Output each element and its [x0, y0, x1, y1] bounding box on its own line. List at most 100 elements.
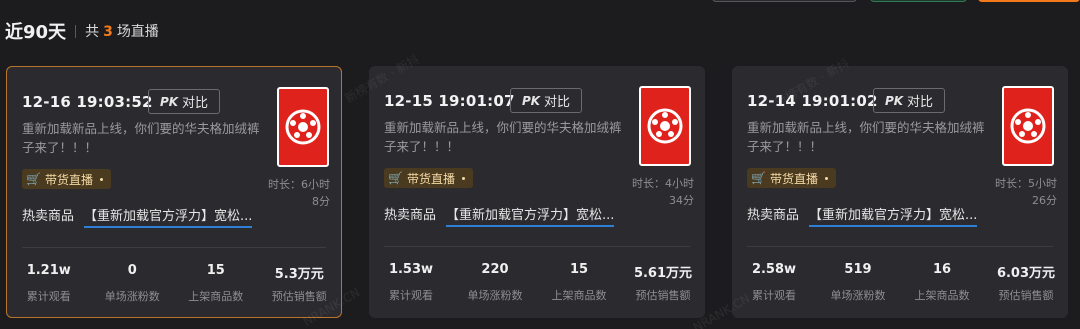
- live-stats: 1.21w 累计观看 0 单场涨粉数 15 上架商品数 5.3万元预估销售额: [7, 263, 341, 304]
- pk-icon: PK: [159, 94, 179, 109]
- live-cover-thumbnail[interactable]: [277, 87, 329, 167]
- header-divider: [75, 24, 77, 38]
- stat-value: 0: [127, 263, 137, 278]
- stat-estimated-sales: 5.3万元预估销售额: [258, 263, 342, 304]
- duration-line1: 时长：6小时: [268, 178, 330, 191]
- stat-value: 15: [206, 263, 225, 278]
- stat-estimated-sales: 6.03万元 预估销售额: [984, 262, 1068, 303]
- live-title: 重新加载新品上线，你们要的华夫格加绒裤子来了！！！: [747, 120, 985, 154]
- hot-label: 热卖商品: [22, 209, 75, 224]
- hot-label: 热卖商品: [747, 208, 800, 223]
- stat-value: 5.3万元: [274, 267, 324, 282]
- live-cover-thumbnail[interactable]: [1002, 86, 1054, 166]
- brand-logo-icon: [1010, 108, 1046, 144]
- tag-dot: [824, 176, 828, 180]
- live-start-time: 12-14 19:01:02: [747, 92, 878, 110]
- brand-logo-icon: [285, 109, 321, 145]
- stat-value: 16: [932, 262, 952, 277]
- stat-label: 上架商品数: [188, 290, 244, 303]
- toolbar-button-3[interactable]: [978, 0, 1080, 2]
- period-label: 近90天: [5, 22, 67, 43]
- live-card[interactable]: 12-15 19:01:07 PK 对比 重新加载新品上线，你们要的华夫格加绒裤…: [369, 66, 705, 318]
- pk-compare-label: 对比: [907, 95, 934, 110]
- hot-product-row: 热卖商品 【重新加载官方浮力】宽松...: [384, 204, 615, 227]
- tag-label: 带货直播: [769, 171, 818, 186]
- stat-product-count: 15 上架商品数: [174, 263, 258, 304]
- hot-product-link[interactable]: 【重新加载官方浮力】宽松...: [84, 205, 253, 228]
- pk-icon: PK: [884, 93, 904, 108]
- live-stats: 1.53w 累计观看 220 单场涨粉数 15 上架商品数 5.61万元 预估销售额: [369, 262, 705, 303]
- stat-value: 220: [481, 262, 509, 277]
- hot-label: 热卖商品: [384, 208, 437, 223]
- stat-value: 2.58w: [751, 262, 797, 277]
- stat-total-views: 1.21w 累计观看: [7, 263, 91, 304]
- cart-icon: 🛒: [751, 171, 766, 185]
- stat-product-count: 15 上架商品数: [537, 262, 621, 303]
- live-duration: 时长：4小时 34分: [614, 175, 694, 209]
- stat-label: 预估销售额: [271, 290, 327, 303]
- stat-value: 5.61万元: [633, 266, 693, 281]
- stat-label: 预估销售额: [635, 289, 691, 302]
- live-cover-thumbnail[interactable]: [639, 86, 691, 166]
- live-title: 重新加载新品上线，你们要的华夫格加绒裤子来了！！！: [384, 120, 622, 154]
- stat-label: 单场涨粉数: [104, 290, 160, 303]
- stat-label: 单场涨粉数: [830, 289, 886, 302]
- stat-new-fans: 519 单场涨粉数: [816, 262, 900, 303]
- duration-line2: 34分: [669, 194, 694, 207]
- stat-value: 519: [844, 262, 872, 277]
- tag-label: 带货直播: [406, 171, 455, 186]
- live-count: 共 3 场直播: [85, 21, 159, 41]
- live-card[interactable]: 12-14 19:01:02 PK 对比 重新加载新品上线，你们要的华夫格加绒裤…: [732, 66, 1068, 318]
- stat-value: 6.03万元: [996, 266, 1056, 281]
- stat-value: 1.53w: [388, 262, 434, 277]
- toolbar-button-1[interactable]: [712, 0, 857, 2]
- stat-value: 1.21w: [26, 263, 71, 278]
- stat-total-views: 2.58w 累计观看: [732, 262, 816, 303]
- stat-estimated-sales: 5.61万元 预估销售额: [621, 262, 705, 303]
- pk-compare-button[interactable]: PK 对比: [510, 88, 582, 113]
- card-divider: [22, 247, 326, 248]
- tag-label: 带货直播: [44, 172, 93, 187]
- count-prefix: 共: [85, 24, 100, 40]
- stat-label: 上架商品数: [551, 289, 607, 302]
- live-title: 重新加载新品上线，你们要的华夫格加绒裤子来了！！！: [22, 121, 260, 155]
- hot-product-row: 热卖商品 【重新加载官方浮力】宽松...: [747, 204, 978, 227]
- sales-live-tag: 🛒 带货直播: [747, 168, 836, 188]
- live-start-time: 12-16 19:03:52: [22, 93, 153, 111]
- card-divider: [384, 246, 690, 247]
- duration-line1: 时长：5小时: [995, 177, 1057, 190]
- stat-label: 预估销售额: [998, 289, 1054, 302]
- count-value: 3: [103, 24, 113, 40]
- card-divider: [747, 246, 1053, 247]
- tag-dot: [99, 177, 103, 181]
- cart-icon: 🛒: [388, 171, 403, 185]
- top-toolbar: [0, 0, 1080, 6]
- pk-compare-button[interactable]: PK 对比: [148, 89, 220, 114]
- hot-product-link[interactable]: 【重新加载官方浮力】宽松...: [446, 204, 615, 227]
- tag-dot: [461, 176, 465, 180]
- stat-label: 累计观看: [26, 290, 71, 303]
- live-stats: 2.58w 累计观看 519 单场涨粉数 16 上架商品数 6.03万元 预估销售额: [732, 262, 1068, 303]
- stat-product-count: 16 上架商品数: [900, 262, 984, 303]
- live-card[interactable]: 12-16 19:03:52 PK 对比 重新加载新品上线，你们要的华夫格加绒裤…: [6, 66, 342, 318]
- pk-compare-label: 对比: [544, 95, 571, 110]
- hot-product-link[interactable]: 【重新加载官方浮力】宽松...: [809, 204, 978, 227]
- live-duration: 时长：5小时 26分: [977, 175, 1057, 209]
- sales-live-tag: 🛒 带货直播: [22, 169, 111, 189]
- toolbar-button-2[interactable]: [870, 0, 967, 2]
- stat-label: 累计观看: [389, 289, 433, 302]
- stat-label: 上架商品数: [914, 289, 970, 302]
- live-summary-header: 近90天 共 3 场直播: [5, 18, 159, 44]
- pk-icon: PK: [521, 93, 541, 108]
- stat-new-fans: 220 单场涨粉数: [453, 262, 537, 303]
- hot-product-row: 热卖商品 【重新加载官方浮力】宽松...: [22, 205, 253, 228]
- brand-logo-icon: [647, 108, 683, 144]
- pk-compare-label: 对比: [182, 96, 209, 111]
- duration-line1: 时长：4小时: [632, 177, 694, 190]
- live-start-time: 12-15 19:01:07: [384, 92, 515, 110]
- stat-total-views: 1.53w 累计观看: [369, 262, 453, 303]
- duration-line2: 8分: [312, 195, 330, 208]
- stat-new-fans: 0 单场涨粉数: [91, 263, 175, 304]
- cart-icon: 🛒: [26, 172, 41, 186]
- pk-compare-button[interactable]: PK 对比: [873, 88, 945, 113]
